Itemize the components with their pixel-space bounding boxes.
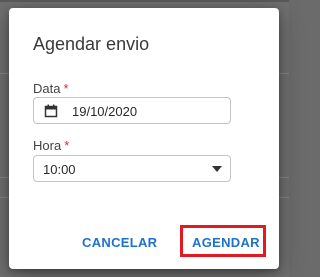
time-select-value: 10:00: [43, 162, 76, 177]
date-field[interactable]: 19/10/2020: [33, 97, 231, 124]
required-marker: *: [63, 81, 69, 96]
caret-down-icon[interactable]: [212, 166, 222, 172]
date-field-label-row: Data *: [33, 81, 69, 96]
cancel-button[interactable]: CANCELAR: [82, 235, 157, 250]
calendar-icon[interactable]: [44, 104, 58, 118]
time-select[interactable]: 10:00: [33, 155, 231, 182]
background-header-bar: [0, 0, 289, 2]
date-field-label: Data: [33, 81, 61, 96]
required-marker: *: [64, 138, 70, 153]
dialog-title: Agendar envio: [33, 34, 150, 54]
schedule-button-highlight: [180, 225, 266, 257]
time-field-label-row: Hora *: [33, 138, 69, 153]
date-field-value: 19/10/2020: [72, 104, 138, 119]
time-field-label: Hora: [33, 138, 62, 153]
